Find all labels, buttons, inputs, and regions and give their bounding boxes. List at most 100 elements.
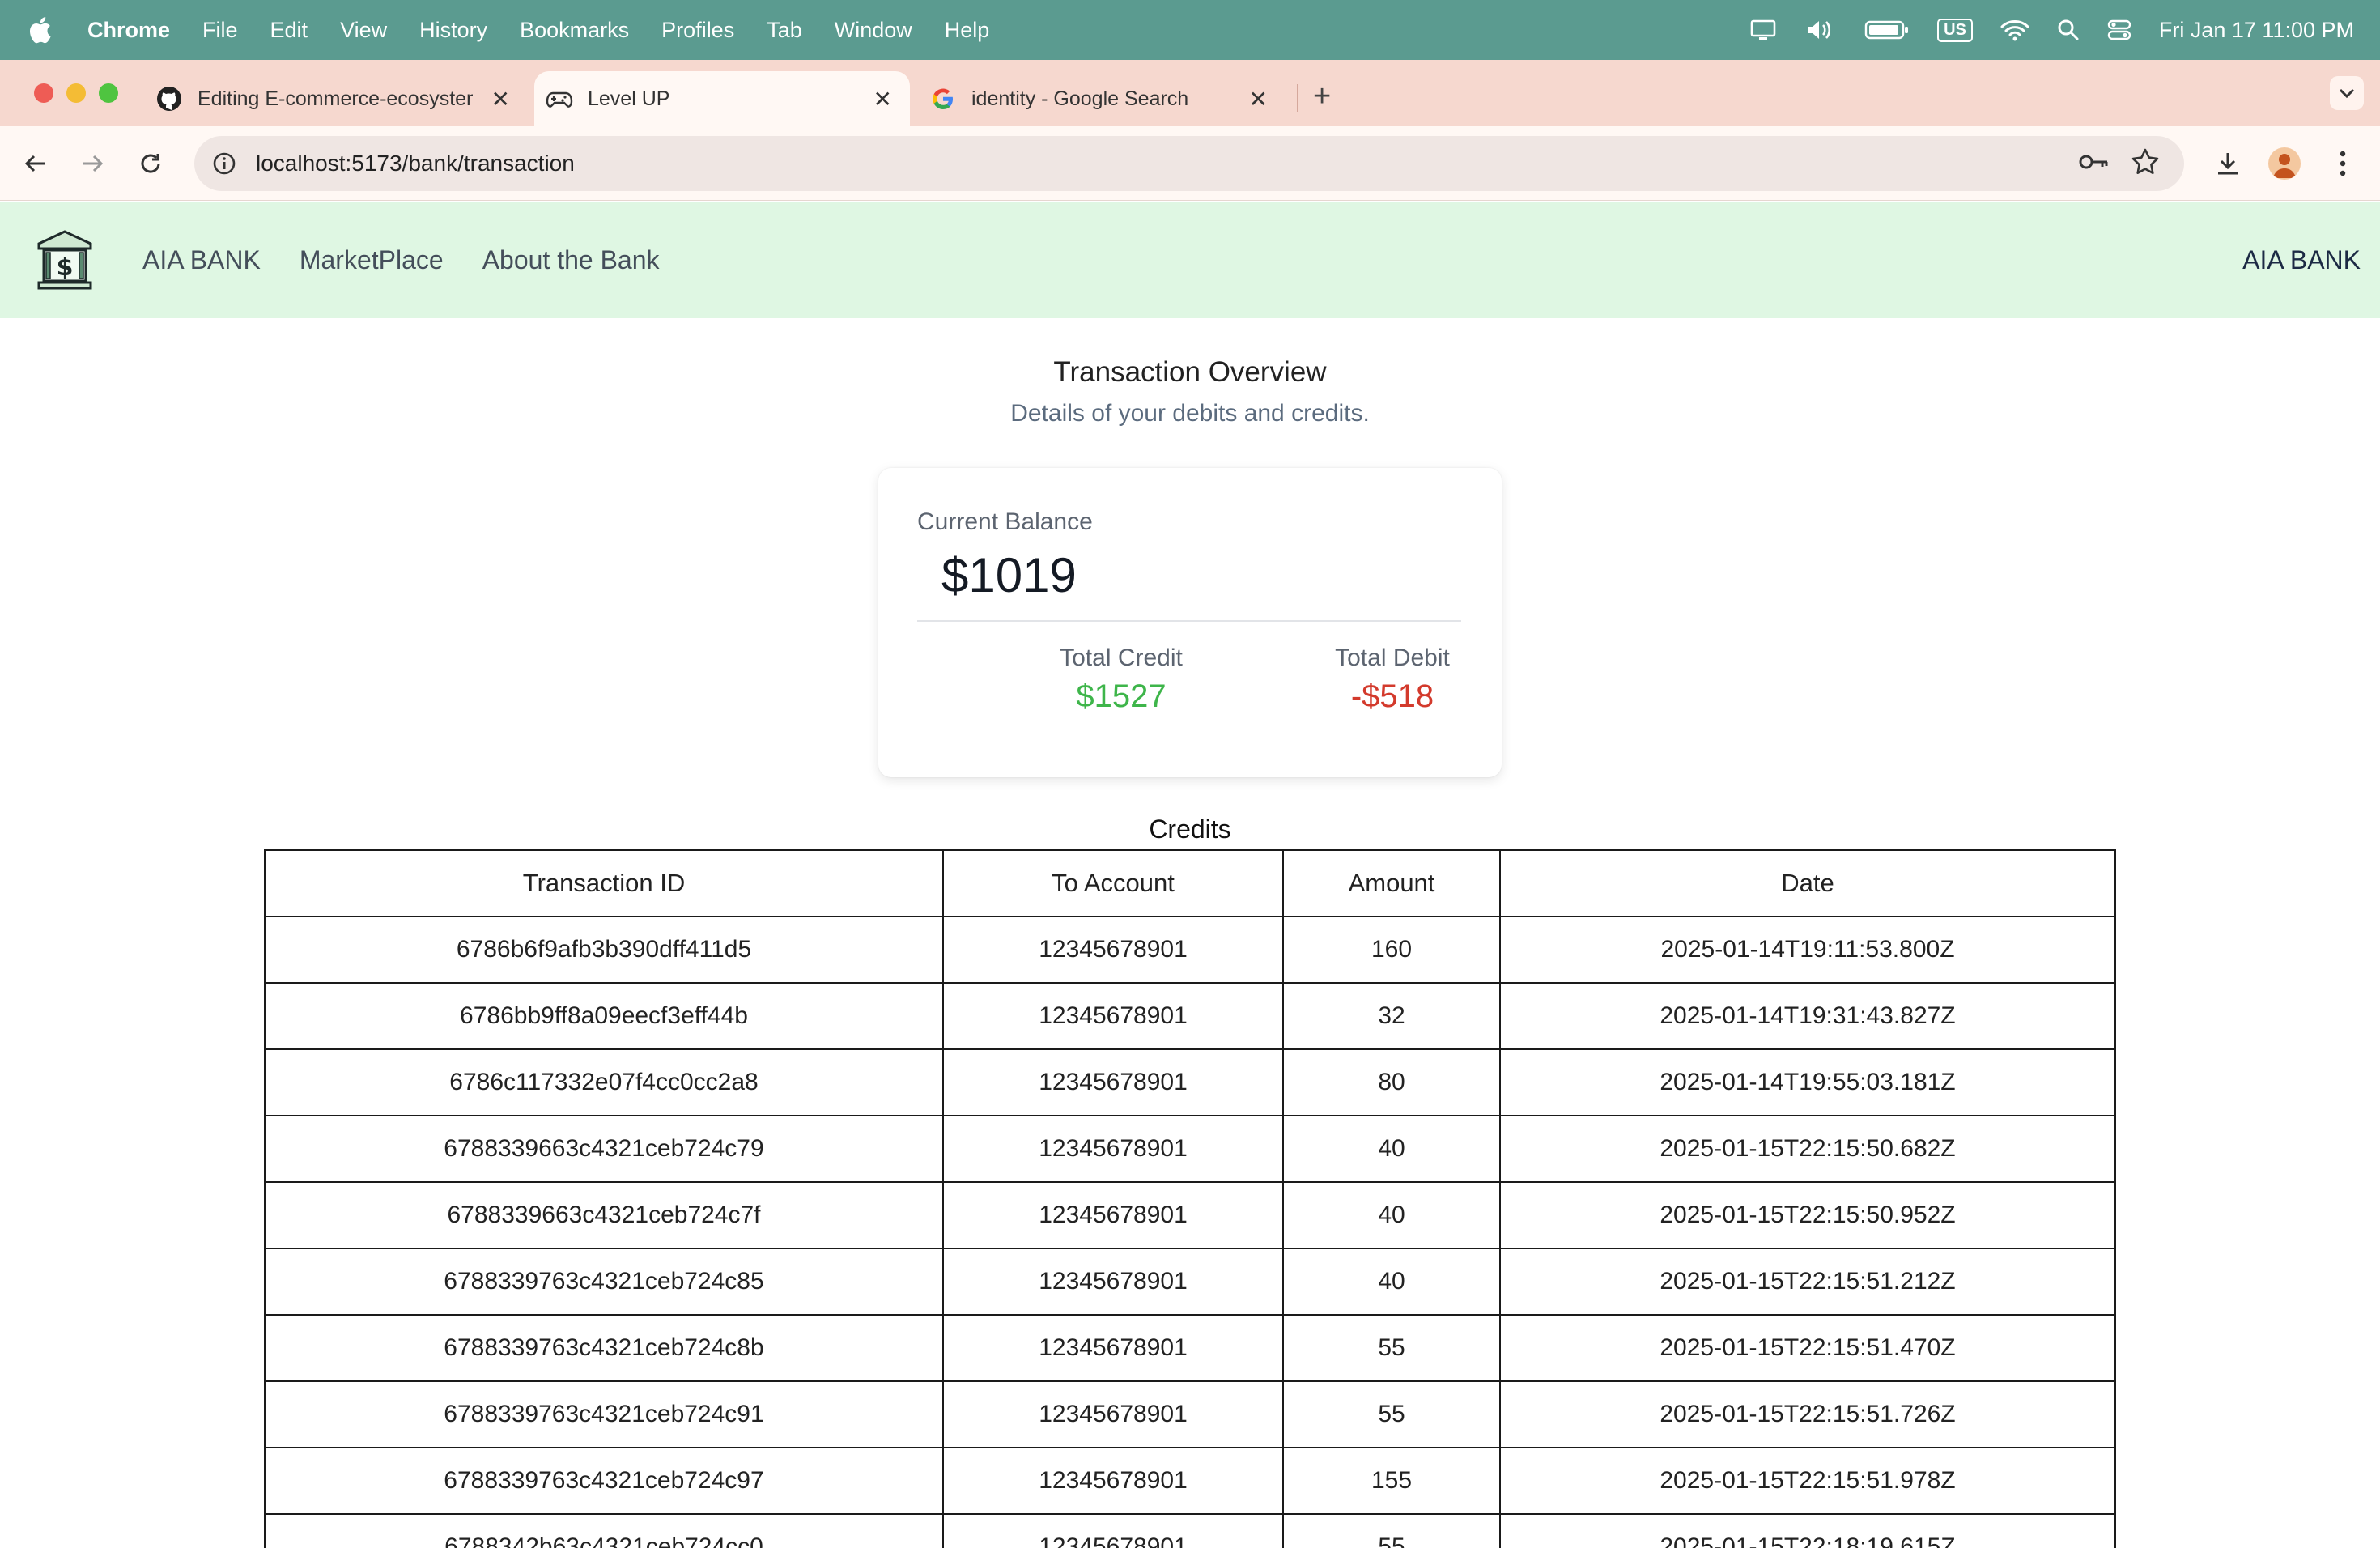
cell-transaction-id: 6786b6f9afb3b390dff411d5: [264, 916, 944, 984]
table-row: 6788339763c4321ceb724c91 12345678901 55 …: [264, 1380, 2116, 1448]
table-row: 6788339763c4321ceb724c8b 12345678901 55 …: [264, 1314, 2116, 1382]
google-icon: [929, 85, 957, 113]
current-balance-label: Current Balance: [917, 508, 1093, 535]
apple-menu-icon[interactable]: [28, 16, 71, 44]
cell-date: 2025-01-15T22:15:50.682Z: [1499, 1115, 2116, 1183]
cell-amount: 55: [1282, 1314, 1501, 1382]
reload-icon[interactable]: [133, 146, 168, 181]
current-balance-value: $1019: [941, 548, 1077, 602]
tab-google-search[interactable]: identity - Google Search ✕: [929, 71, 1286, 126]
close-tab-icon[interactable]: ✕: [873, 86, 892, 113]
tab-title: Level UP: [588, 87, 670, 110]
cell-to-account: 12345678901: [942, 1048, 1284, 1116]
menu-view[interactable]: View: [340, 18, 387, 43]
cell-date: 2025-01-14T19:55:03.181Z: [1499, 1048, 2116, 1116]
cell-amount: 55: [1282, 1513, 1501, 1548]
cell-amount: 160: [1282, 916, 1501, 984]
menu-clock[interactable]: Fri Jan 17 11:00 PM: [2159, 18, 2354, 43]
nav-link-marketplace[interactable]: MarketPlace: [300, 245, 444, 275]
cell-transaction-id: 6788342b63c4321ceb724cc0: [264, 1513, 944, 1548]
keyboard-input-indicator: US: [1937, 18, 1973, 42]
page-title: Transaction Overview: [1053, 356, 1327, 388]
close-tab-icon[interactable]: ✕: [491, 86, 510, 113]
bookmark-star-icon[interactable]: [2131, 147, 2160, 176]
table-row: 6786b6f9afb3b390dff411d5 12345678901 160…: [264, 916, 2116, 984]
site-nav: AIA BANK MarketPlace About the Bank: [142, 202, 699, 318]
header-to-account: To Account: [942, 849, 1284, 917]
page-subtitle: Details of your debits and credits.: [1010, 400, 1370, 427]
cell-date: 2025-01-15T22:15:51.978Z: [1499, 1447, 2116, 1515]
menu-edit[interactable]: Edit: [270, 18, 308, 43]
back-arrow-icon[interactable]: [18, 146, 53, 181]
tab-level-up[interactable]: Level UP ✕: [534, 71, 910, 126]
url-text[interactable]: localhost:5173/bank/transaction: [256, 151, 575, 176]
cell-to-account: 12345678901: [942, 1314, 1284, 1382]
keyboard-layout-badge[interactable]: US: [1937, 18, 1973, 42]
cell-transaction-id: 6788339663c4321ceb724c7f: [264, 1181, 944, 1249]
address-bar[interactable]: localhost:5173/bank/transaction: [194, 136, 2184, 191]
control-center-icon[interactable]: [2107, 19, 2131, 41]
cell-transaction-id: 6788339663c4321ceb724c79: [264, 1115, 944, 1183]
nav-link-about-bank[interactable]: About the Bank: [482, 245, 660, 275]
cell-to-account: 12345678901: [942, 1380, 1284, 1448]
total-debit-value: -$518: [1350, 678, 1434, 714]
close-window-button[interactable]: [34, 83, 53, 103]
window-controls: [34, 83, 131, 103]
cell-transaction-id: 6788339763c4321ceb724c85: [264, 1248, 944, 1316]
site-header: $ AIA BANK MarketPlace About the Bank AI…: [0, 202, 2380, 318]
total-credit-label: Total Credit: [1060, 644, 1183, 671]
battery-icon[interactable]: [1864, 19, 1910, 40]
kebab-menu-icon[interactable]: [2323, 144, 2362, 183]
screen-mirroring-icon[interactable]: [1749, 19, 1777, 41]
download-icon[interactable]: [2208, 144, 2247, 183]
cell-amount: 80: [1282, 1048, 1501, 1116]
header-date: Date: [1499, 849, 2116, 917]
menu-help[interactable]: Help: [945, 18, 990, 43]
tab-github[interactable]: Editing E-commerce-ecosystem ✕: [155, 71, 528, 126]
menu-tab[interactable]: Tab: [767, 18, 802, 43]
menu-history[interactable]: History: [419, 18, 487, 43]
tab-search-chevron-icon[interactable]: [2330, 76, 2364, 110]
header-transaction-id: Transaction ID: [264, 849, 944, 917]
cell-amount: 40: [1282, 1115, 1501, 1183]
cell-to-account: 12345678901: [942, 1115, 1284, 1183]
password-key-icon[interactable]: [2077, 147, 2110, 176]
browser-tab-strip: Editing E-commerce-ecosystem ✕ Level UP …: [0, 60, 2380, 126]
table-row: 6788339663c4321ceb724c7f 12345678901 40 …: [264, 1181, 2116, 1249]
table-row: 6788342b63c4321ceb724cc0 12345678901 55 …: [264, 1513, 2116, 1548]
bank-logo-icon[interactable]: $: [36, 229, 94, 291]
spotlight-search-icon[interactable]: [2057, 19, 2080, 41]
site-info-icon[interactable]: [210, 150, 238, 177]
forward-arrow-icon[interactable]: [74, 146, 110, 181]
cell-to-account: 12345678901: [942, 1181, 1284, 1249]
cell-date: 2025-01-15T22:15:50.952Z: [1499, 1181, 2116, 1249]
menu-window[interactable]: Window: [835, 18, 912, 43]
credits-table-caption: Credits: [1149, 814, 1231, 844]
menu-file[interactable]: File: [202, 18, 238, 43]
menu-app-name[interactable]: Chrome: [87, 18, 170, 43]
menu-profiles[interactable]: Profiles: [661, 18, 734, 43]
cell-date: 2025-01-15T22:15:51.726Z: [1499, 1380, 2116, 1448]
minimize-window-button[interactable]: [66, 83, 86, 103]
volume-icon[interactable]: [1804, 18, 1837, 42]
cell-transaction-id: 6786c117332e07f4cc0cc2a8: [264, 1048, 944, 1116]
cell-to-account: 12345678901: [942, 982, 1284, 1050]
new-tab-plus-icon[interactable]: +: [1313, 81, 1331, 112]
credits-table: Transaction ID To Account Amount Date 67…: [264, 849, 2116, 1548]
nav-link-aia-bank[interactable]: AIA BANK: [142, 245, 261, 275]
zoom-window-button[interactable]: [99, 83, 118, 103]
macos-menu-bar: Chrome File Edit View History Bookmarks …: [0, 0, 2380, 60]
cell-date: 2025-01-15T22:18:19.615Z: [1499, 1513, 2116, 1548]
tab-title: identity - Google Search: [971, 87, 1189, 110]
cell-date: 2025-01-15T22:15:51.212Z: [1499, 1248, 2116, 1316]
cell-date: 2025-01-14T19:31:43.827Z: [1499, 982, 2116, 1050]
site-brand-right[interactable]: AIA BANK: [2242, 202, 2361, 318]
wifi-icon[interactable]: [2000, 19, 2029, 41]
cell-to-account: 12345678901: [942, 1447, 1284, 1515]
menu-bookmarks[interactable]: Bookmarks: [520, 18, 629, 43]
close-tab-icon[interactable]: ✕: [1249, 86, 1268, 113]
total-debit-stat: Total Debit -$518: [1287, 644, 1498, 715]
cell-amount: 55: [1282, 1380, 1501, 1448]
profile-avatar[interactable]: [2265, 144, 2304, 183]
github-icon: [155, 85, 183, 113]
